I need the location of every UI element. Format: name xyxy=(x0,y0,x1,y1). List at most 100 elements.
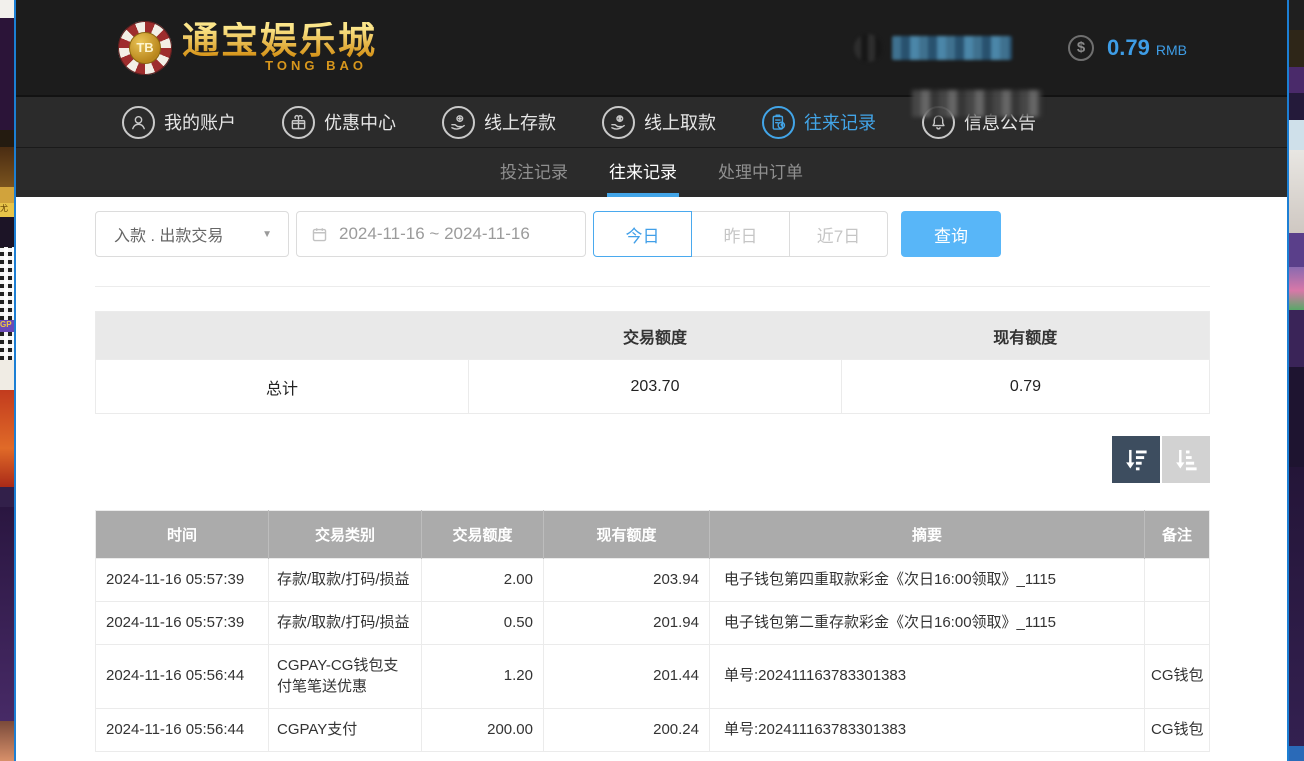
col-remark: 备注 xyxy=(1145,511,1210,559)
user-icon xyxy=(122,106,155,139)
main-window: TB 通宝娱乐城 TONG BAO $ 0.79 RMB 我的账户 优惠 xyxy=(16,0,1287,761)
cell-balance: 201.44 xyxy=(544,644,710,709)
nav-item-promotions[interactable]: 优惠中心 xyxy=(282,106,396,139)
transaction-type-select[interactable]: 入款 . 出款交易 ▼ xyxy=(95,211,289,257)
date-range-input[interactable]: 2024-11-16 ~ 2024-11-16 xyxy=(296,211,586,257)
tab-transaction-records[interactable]: 往来记录 xyxy=(607,148,679,197)
cell-balance: 203.94 xyxy=(544,559,710,602)
cell-type: 存款/取款/打码/损益 xyxy=(269,559,422,602)
cell-time: 2024-11-16 05:56:44 xyxy=(96,709,269,752)
search-button[interactable]: 查询 xyxy=(901,211,1001,257)
cell-type: CGPAY支付 xyxy=(269,709,422,752)
cell-remark xyxy=(1145,559,1210,602)
nav-item-online-withdrawal[interactable]: 线上取款 xyxy=(602,106,716,139)
records-icon xyxy=(762,106,795,139)
nav-label: 往来记录 xyxy=(804,109,876,135)
withdraw-icon xyxy=(602,106,635,139)
background-window-left-strip: 尤 GP xyxy=(0,0,14,761)
tab-processing-orders[interactable]: 处理中订单 xyxy=(716,148,805,197)
brand-logo[interactable]: TB 通宝娱乐城 TONG BAO xyxy=(118,21,377,75)
summary-header-transaction-amount: 交易额度 xyxy=(469,312,842,360)
cell-balance: 200.24 xyxy=(544,709,710,752)
select-value: 入款 . 出款交易 xyxy=(114,222,223,246)
casino-chip-icon: TB xyxy=(118,21,172,75)
tab-betting-records[interactable]: 投注记录 xyxy=(498,148,570,197)
cell-summary: 电子钱包第二重存款彩金《次日16:00领取》_1115 xyxy=(710,601,1145,644)
cell-summary: 电子钱包第四重取款彩金《次日16:00领取》_1115 xyxy=(710,559,1145,602)
chevron-down-icon: ▼ xyxy=(262,229,272,240)
nav-label: 线上存款 xyxy=(484,109,556,135)
brand-name-cn: 通宝娱乐城 xyxy=(182,22,377,61)
yesterday-button[interactable]: 昨日 xyxy=(691,211,790,257)
table-row: 2024-11-16 05:57:39 存款/取款/打码/损益 0.50 201… xyxy=(96,601,1210,644)
nav-label: 优惠中心 xyxy=(324,109,396,135)
records-table: 时间 交易类别 交易额度 现有额度 摘要 备注 2024-11-16 05:57… xyxy=(95,510,1210,752)
cell-remark: CG钱包 xyxy=(1145,709,1210,752)
summary-total-row: 总计 203.70 0.79 xyxy=(96,360,1210,414)
col-time: 时间 xyxy=(96,511,269,559)
divider xyxy=(95,286,1210,287)
user-area: $ 0.79 RMB xyxy=(854,34,1187,62)
nav-item-my-account[interactable]: 我的账户 xyxy=(122,106,236,139)
coin-icon: $ xyxy=(1068,35,1094,61)
tab-bar: 投注记录 往来记录 处理中订单 xyxy=(16,147,1287,197)
summary-header-empty xyxy=(96,312,469,360)
calendar-icon xyxy=(311,226,328,243)
cell-time: 2024-11-16 05:57:39 xyxy=(96,559,269,602)
cell-amount: 2.00 xyxy=(422,559,544,602)
cell-type: CGPAY-CG钱包支付笔笔送优惠 xyxy=(269,644,422,709)
redacted-overlay xyxy=(912,90,1042,117)
nav-item-announcements[interactable]: 信息公告 xyxy=(922,106,1036,139)
cell-amount: 200.00 xyxy=(422,709,544,752)
col-amount: 交易额度 xyxy=(422,511,544,559)
main-nav: 我的账户 优惠中心 线上存款 线上取款 往来记录 xyxy=(16,95,1287,147)
sort-ascending-button[interactable] xyxy=(1162,436,1210,483)
left-fragment-text: GP xyxy=(0,320,14,332)
brand-name-en: TONG BAO xyxy=(265,58,377,73)
deposit-icon xyxy=(442,106,475,139)
sort-ascending-icon xyxy=(1173,446,1200,473)
cell-time: 2024-11-16 05:56:44 xyxy=(96,644,269,709)
site-header: TB 通宝娱乐城 TONG BAO $ 0.79 RMB xyxy=(16,0,1287,95)
nav-item-transaction-records[interactable]: 往来记录 xyxy=(762,106,876,139)
cell-remark: CG钱包 xyxy=(1145,644,1210,709)
table-row: 2024-11-16 05:56:44 CGPAY-CG钱包支付笔笔送优惠 1.… xyxy=(96,644,1210,709)
balance-currency: RMB xyxy=(1156,37,1187,58)
window-border-right xyxy=(1287,0,1289,761)
summary-total-label: 总计 xyxy=(96,360,469,414)
cell-balance: 201.94 xyxy=(544,601,710,644)
summary-header-current-balance: 现有额度 xyxy=(842,312,1210,360)
window-border-left xyxy=(14,0,16,761)
avatar[interactable] xyxy=(854,34,882,62)
quick-date-buttons: 今日 昨日 近7日 xyxy=(593,211,888,257)
sort-descending-icon xyxy=(1123,446,1150,473)
table-row: 2024-11-16 05:57:39 存款/取款/打码/损益 2.00 203… xyxy=(96,559,1210,602)
gift-icon xyxy=(282,106,315,139)
table-row: 2024-11-16 05:56:44 CGPAY支付 200.00 200.2… xyxy=(96,709,1210,752)
qr-code-fragment xyxy=(0,247,14,320)
background-window-right-strip xyxy=(1289,0,1304,761)
summary-transaction-amount: 203.70 xyxy=(469,360,842,414)
summary-table: 交易额度 现有额度 总计 203.70 0.79 xyxy=(95,311,1210,414)
username-redacted xyxy=(892,36,1012,60)
date-range-value: 2024-11-16 ~ 2024-11-16 xyxy=(339,224,530,244)
cell-remark xyxy=(1145,601,1210,644)
qr-code-fragment xyxy=(0,332,14,360)
nav-label: 线上取款 xyxy=(644,109,716,135)
summary-header-row: 交易额度 现有额度 xyxy=(96,312,1210,360)
today-button[interactable]: 今日 xyxy=(593,211,692,257)
sort-controls xyxy=(95,436,1210,483)
col-type: 交易类别 xyxy=(269,511,422,559)
cell-summary: 单号:202411163783301383 xyxy=(710,644,1145,709)
sort-descending-button[interactable] xyxy=(1112,436,1160,483)
last-7-days-button[interactable]: 近7日 xyxy=(789,211,888,257)
content-area: 入款 . 出款交易 ▼ 2024-11-16 ~ 2024-11-16 今日 昨… xyxy=(16,197,1287,752)
filter-row: 入款 . 出款交易 ▼ 2024-11-16 ~ 2024-11-16 今日 昨… xyxy=(95,211,1210,257)
nav-item-online-deposit[interactable]: 线上存款 xyxy=(442,106,556,139)
cell-summary: 单号:202411163783301383 xyxy=(710,709,1145,752)
cell-time: 2024-11-16 05:57:39 xyxy=(96,601,269,644)
summary-current-balance: 0.79 xyxy=(842,360,1210,414)
col-summary: 摘要 xyxy=(710,511,1145,559)
balance-amount: 0.79 xyxy=(1107,35,1150,61)
nav-label: 我的账户 xyxy=(164,109,236,135)
